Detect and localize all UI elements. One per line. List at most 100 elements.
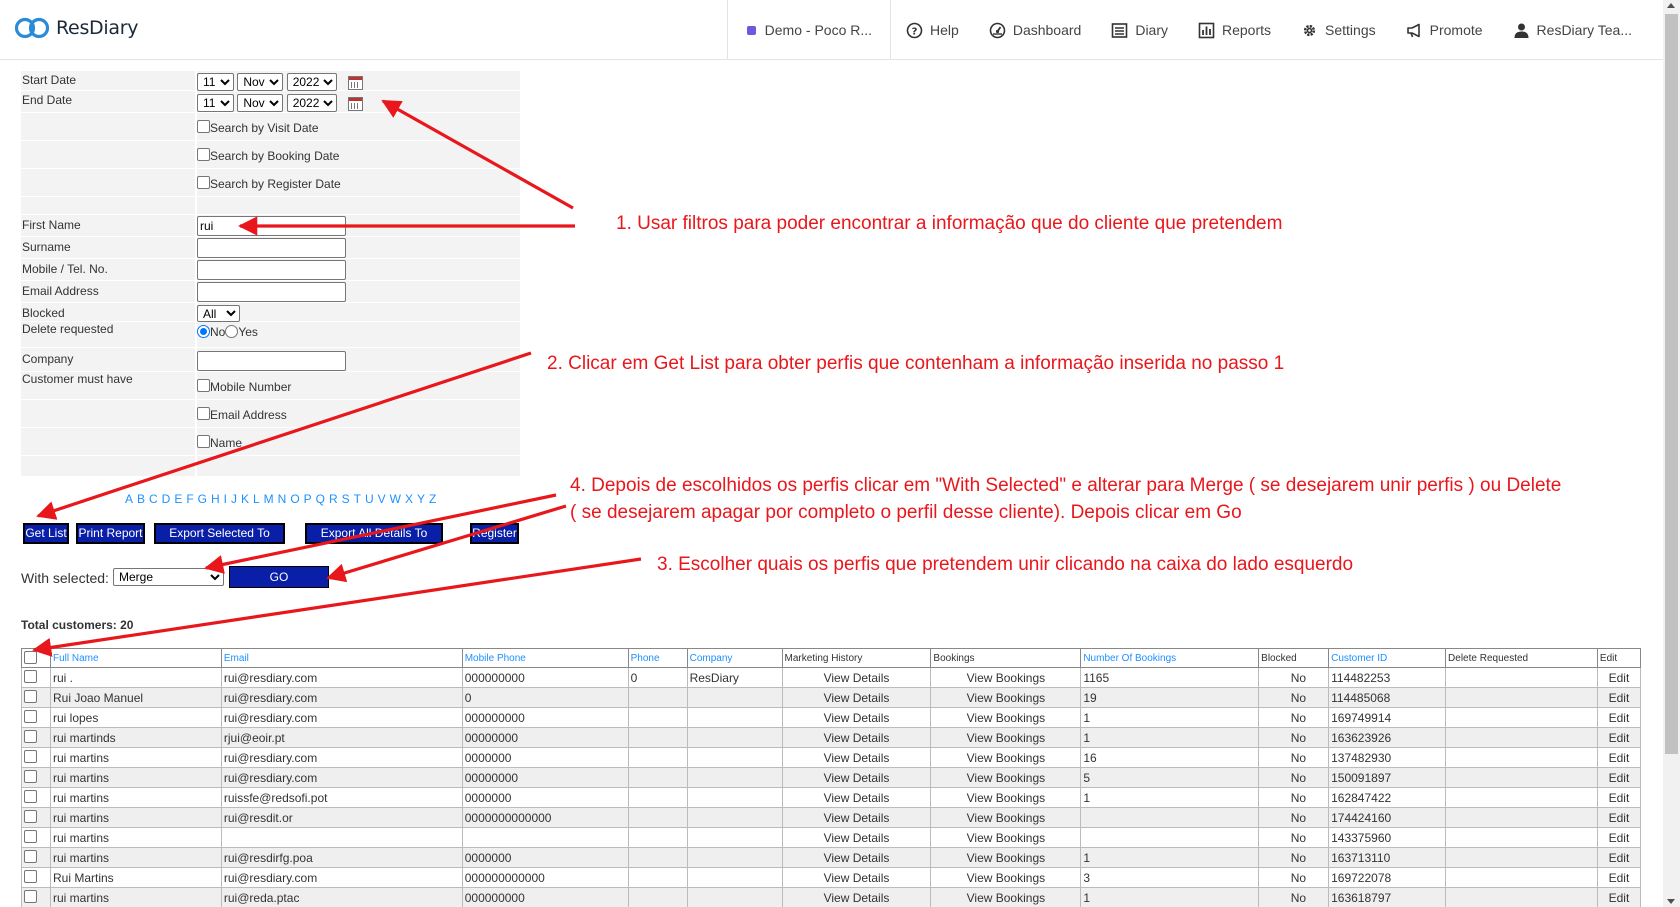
view-bookings-link[interactable]: View Bookings bbox=[930, 847, 1082, 868]
row-select-checkbox[interactable] bbox=[24, 730, 37, 743]
header-customer-id[interactable]: Customer ID bbox=[1328, 648, 1447, 668]
mobile-input[interactable] bbox=[197, 260, 346, 280]
alphabet-letter-h[interactable]: H bbox=[211, 492, 220, 506]
resdiary-logo[interactable]: ResDiary bbox=[14, 17, 138, 39]
view-bookings-link[interactable]: View Bookings bbox=[930, 807, 1082, 828]
scroll-up-arrow-icon[interactable] bbox=[1667, 3, 1675, 8]
row-select-checkbox[interactable] bbox=[24, 850, 37, 863]
nav-demo-restaurant[interactable]: Demo - Poco R... bbox=[728, 0, 890, 60]
header-phone[interactable]: Phone bbox=[627, 648, 688, 668]
export-all-csv-button[interactable]: Export All Details To CSV bbox=[305, 523, 443, 557]
view-details-link[interactable]: View Details bbox=[781, 847, 932, 868]
view-bookings-link[interactable]: View Bookings bbox=[930, 887, 1082, 907]
alphabet-letter-k[interactable]: K bbox=[241, 492, 249, 506]
register-button[interactable]: Register bbox=[470, 523, 519, 544]
edit-link[interactable]: Edit bbox=[1596, 787, 1642, 808]
alphabet-letter-b[interactable]: B bbox=[137, 492, 145, 506]
view-bookings-link[interactable]: View Bookings bbox=[930, 787, 1082, 808]
view-bookings-link[interactable]: View Bookings bbox=[930, 827, 1082, 848]
edit-link[interactable]: Edit bbox=[1596, 767, 1642, 788]
alphabet-letter-a[interactable]: A bbox=[125, 492, 133, 506]
end-date-calendar-icon[interactable] bbox=[348, 96, 364, 111]
first-name-input[interactable] bbox=[197, 216, 346, 236]
delete-requested-no-radio[interactable] bbox=[197, 325, 210, 338]
alphabet-letter-l[interactable]: L bbox=[253, 492, 260, 506]
alphabet-letter-p[interactable]: P bbox=[304, 492, 312, 506]
row-select-checkbox[interactable] bbox=[24, 670, 37, 683]
select-all-checkbox[interactable] bbox=[24, 650, 37, 664]
view-bookings-link[interactable]: View Bookings bbox=[930, 867, 1082, 888]
nav-reports[interactable]: Reports bbox=[1183, 0, 1286, 60]
alphabet-letter-t[interactable]: T bbox=[354, 492, 362, 506]
alphabet-letter-j[interactable]: J bbox=[231, 492, 237, 506]
must-have-name-checkbox[interactable] bbox=[197, 435, 210, 448]
row-select-checkbox[interactable] bbox=[24, 770, 37, 783]
nav-dashboard[interactable]: Dashboard bbox=[974, 0, 1097, 60]
get-list-button[interactable]: Get List bbox=[23, 523, 69, 544]
alphabet-letter-u[interactable]: U bbox=[365, 492, 374, 506]
go-button[interactable]: GO bbox=[229, 566, 329, 588]
row-select-checkbox[interactable] bbox=[24, 710, 37, 723]
nav-help[interactable]: ? Help bbox=[891, 0, 974, 60]
row-select-checkbox[interactable] bbox=[24, 810, 37, 823]
header-number-of-bookings[interactable]: Number Of Bookings bbox=[1080, 648, 1260, 668]
start-year-select[interactable]: 2022 bbox=[286, 73, 337, 91]
email-input[interactable] bbox=[197, 282, 346, 302]
end-month-select[interactable]: Nov bbox=[237, 94, 284, 112]
view-details-link[interactable]: View Details bbox=[781, 667, 932, 688]
search-visit-date-checkbox[interactable] bbox=[197, 120, 210, 133]
start-day-select[interactable]: 11 bbox=[197, 73, 234, 91]
alphabet-letter-v[interactable]: V bbox=[378, 492, 386, 506]
nav-settings[interactable]: Settings bbox=[1286, 0, 1391, 60]
header-mobile-phone[interactable]: Mobile Phone bbox=[461, 648, 629, 668]
edit-link[interactable]: Edit bbox=[1596, 827, 1642, 848]
row-select-checkbox[interactable] bbox=[24, 870, 37, 883]
view-bookings-link[interactable]: View Bookings bbox=[930, 747, 1082, 768]
alphabet-letter-y[interactable]: Y bbox=[417, 492, 425, 506]
row-select-checkbox[interactable] bbox=[24, 790, 37, 803]
blocked-select[interactable]: All bbox=[197, 305, 240, 322]
scroll-down-arrow-icon[interactable] bbox=[1667, 899, 1675, 904]
alphabet-letter-w[interactable]: W bbox=[390, 492, 402, 506]
nav-user-menu[interactable]: ResDiary Tea... bbox=[1498, 0, 1647, 60]
view-details-link[interactable]: View Details bbox=[781, 887, 932, 907]
surname-input[interactable] bbox=[197, 238, 346, 258]
search-register-date-checkbox[interactable] bbox=[197, 176, 210, 189]
view-bookings-link[interactable]: View Bookings bbox=[930, 727, 1082, 748]
edit-link[interactable]: Edit bbox=[1596, 807, 1642, 828]
must-have-email-checkbox[interactable] bbox=[197, 407, 210, 420]
export-selected-csv-button[interactable]: Export Selected To CSV bbox=[154, 523, 285, 557]
alphabet-letter-m[interactable]: M bbox=[264, 492, 274, 506]
alphabet-letter-d[interactable]: D bbox=[162, 492, 171, 506]
nav-diary[interactable]: Diary bbox=[1096, 0, 1183, 60]
view-bookings-link[interactable]: View Bookings bbox=[930, 667, 1082, 688]
view-bookings-link[interactable]: View Bookings bbox=[930, 687, 1082, 708]
edit-link[interactable]: Edit bbox=[1596, 667, 1642, 688]
nav-promote[interactable]: Promote bbox=[1391, 0, 1498, 60]
view-bookings-link[interactable]: View Bookings bbox=[930, 707, 1082, 728]
row-select-checkbox[interactable] bbox=[24, 830, 37, 843]
view-bookings-link[interactable]: View Bookings bbox=[930, 767, 1082, 788]
alphabet-letter-x[interactable]: X bbox=[405, 492, 413, 506]
alphabet-letter-z[interactable]: Z bbox=[429, 492, 437, 506]
view-details-link[interactable]: View Details bbox=[781, 767, 932, 788]
alphabet-letter-f[interactable]: F bbox=[186, 492, 194, 506]
edit-link[interactable]: Edit bbox=[1596, 887, 1642, 907]
company-input[interactable] bbox=[197, 351, 346, 371]
edit-link[interactable]: Edit bbox=[1596, 747, 1642, 768]
view-details-link[interactable]: View Details bbox=[781, 867, 932, 888]
alphabet-letter-i[interactable]: I bbox=[224, 492, 228, 506]
alphabet-letter-o[interactable]: O bbox=[290, 492, 300, 506]
must-have-mobile-checkbox[interactable] bbox=[197, 379, 210, 392]
search-booking-date-checkbox[interactable] bbox=[197, 148, 210, 161]
edit-link[interactable]: Edit bbox=[1596, 867, 1642, 888]
view-details-link[interactable]: View Details bbox=[781, 707, 932, 728]
with-selected-select[interactable]: Merge bbox=[113, 568, 224, 586]
edit-link[interactable]: Edit bbox=[1596, 847, 1642, 868]
alphabet-letter-c[interactable]: C bbox=[149, 492, 158, 506]
view-details-link[interactable]: View Details bbox=[781, 747, 932, 768]
view-details-link[interactable]: View Details bbox=[781, 827, 932, 848]
view-details-link[interactable]: View Details bbox=[781, 787, 932, 808]
print-report-button[interactable]: Print Report bbox=[76, 523, 145, 544]
view-details-link[interactable]: View Details bbox=[781, 807, 932, 828]
